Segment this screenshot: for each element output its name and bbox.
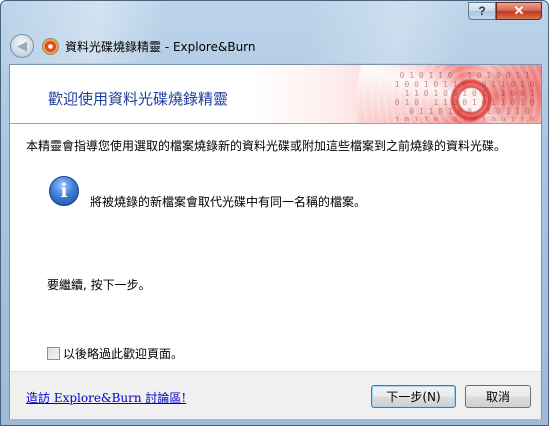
wizard-heading: 歡迎使用資料光碟燒錄精靈 <box>48 90 229 108</box>
skip-welcome-checkbox[interactable] <box>47 347 60 360</box>
wizard-content: 0 1 0 1 1 0 1 0 1 0 0 1 1 1 0 0 1 0 1 1 … <box>9 64 542 419</box>
banner-divider <box>10 123 541 124</box>
app-disc-icon <box>42 38 59 55</box>
skip-welcome-label[interactable]: 以後略過此歡迎頁面。 <box>63 345 183 362</box>
window-frame: ? ✕ ◀ 資料光碟燒錄精靈 - Explore&Burn 0 1 0 1 1 … <box>0 0 549 426</box>
skip-welcome-option[interactable]: 以後略過此歡迎頁面。 <box>47 345 183 362</box>
wizard-footer: 造訪 Explore&Burn 討論區! 下一步(N) 取消 <box>10 371 541 419</box>
window-title: 資料光碟燒錄精靈 - Explore&Burn <box>65 40 256 54</box>
continue-instruction: 要繼續, 按下一步。 <box>47 278 151 292</box>
info-message: 將被燒錄的新檔案會取代光碟中有同一名稱的檔案。 <box>90 195 367 209</box>
back-button[interactable]: ◀ <box>10 34 34 58</box>
intro-text: 本精靈會指導您使用選取的檔案燒錄新的資料光碟或附加這些檔案到之前燒錄的資料光碟。 <box>26 139 507 153</box>
next-button[interactable]: 下一步(N) <box>371 385 456 408</box>
back-arrow-icon: ◀ <box>17 38 27 54</box>
help-button[interactable]: ? <box>468 2 496 20</box>
close-icon: ✕ <box>513 3 525 18</box>
forum-link[interactable]: 造訪 Explore&Burn 討論區! <box>26 389 186 406</box>
help-icon: ? <box>478 4 486 18</box>
binary-pattern: 0 1 0 1 1 0 1 0 1 0 0 1 1 1 0 0 1 0 1 1 … <box>394 71 535 121</box>
close-button[interactable]: ✕ <box>496 2 542 20</box>
info-icon: i <box>49 176 79 206</box>
wizard-banner: 0 1 0 1 1 0 1 0 1 0 0 1 1 1 0 0 1 0 1 1 … <box>10 65 541 123</box>
cancel-button[interactable]: 取消 <box>465 385 531 408</box>
